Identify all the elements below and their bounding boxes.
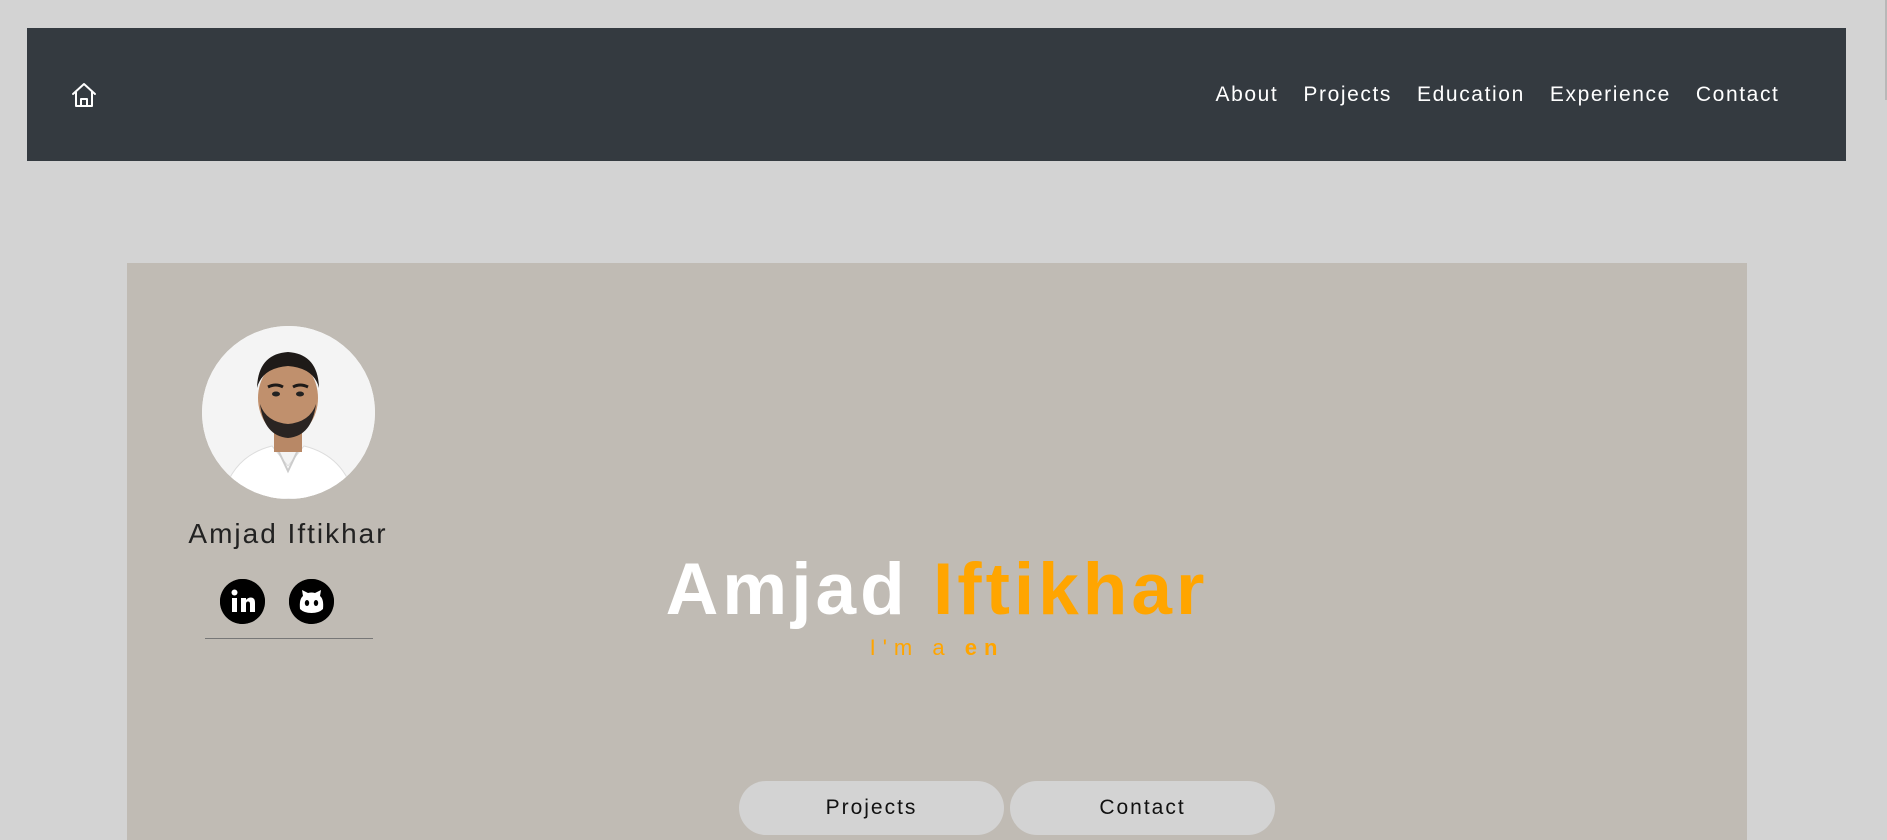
- nav-links: About Projects Education Experience Cont…: [1203, 28, 1792, 161]
- home-icon[interactable]: [69, 80, 99, 110]
- contact-button[interactable]: Contact: [1010, 781, 1275, 835]
- hero-headline: Amjad Iftikhar: [127, 553, 1747, 626]
- nav-link-contact[interactable]: Contact: [1683, 83, 1792, 107]
- navbar: About Projects Education Experience Cont…: [27, 28, 1846, 161]
- nav-link-experience[interactable]: Experience: [1537, 83, 1683, 107]
- typing-text: en: [964, 635, 1005, 660]
- hero-first-name: Amjad: [665, 549, 909, 630]
- projects-button[interactable]: Projects: [739, 781, 1004, 835]
- avatar: [202, 326, 375, 499]
- nav-link-projects[interactable]: Projects: [1291, 83, 1405, 107]
- nav-link-about[interactable]: About: [1203, 83, 1291, 107]
- hero-section: Amjad Iftikhar Amjad Iftikhar I'm a en P…: [127, 263, 1747, 840]
- profile-name: Amjad Iftikhar: [188, 518, 388, 549]
- hero-last-name: Iftikhar: [933, 549, 1209, 630]
- nav-link-education[interactable]: Education: [1405, 83, 1538, 107]
- typing-prefix: I'm a: [869, 635, 965, 660]
- typing-tagline: I'm a en: [127, 635, 1747, 661]
